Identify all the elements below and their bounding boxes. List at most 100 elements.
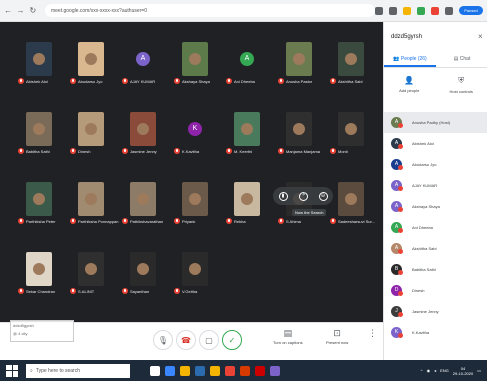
chevron-up-icon[interactable]: ^ [421,368,423,373]
profile-button[interactable]: Paused [459,6,483,15]
participant-name: AJAY KUMAR [130,78,156,84]
taskbar-search[interactable]: ⌕ Type here to search [26,363,130,378]
tab-chat[interactable]: ▤ Chat [436,52,487,67]
participant-tile[interactable]: Akshitha Sabi [330,42,368,84]
app-icon[interactable] [270,365,280,376]
present-now-button[interactable]: ⊡ Present now [326,328,348,345]
camera-button[interactable]: ▢ [199,330,219,350]
file-explorer-icon[interactable] [180,365,190,376]
reload-icon[interactable]: ↻ [29,6,37,15]
meeting-details-panel[interactable]: ddzd5gyrsh @ 4 city [10,320,74,342]
participant-tile[interactable]: A AJAY KUMAR [122,42,160,84]
address-bar[interactable]: meet.google.com/xxx-xxxx-xxx?authuser=0 [44,4,375,17]
participant-video [338,182,364,216]
notifications-icon[interactable]: ▭ [477,368,481,373]
tab-people[interactable]: 👥 People (26) [384,52,436,67]
participant-tile[interactable]: Rekha [226,182,264,224]
participant-tile[interactable]: Sayanthan [122,252,160,294]
mic-off-icon [122,78,128,84]
participant-tile[interactable]: Pathikshavarathan [122,182,163,224]
store-icon[interactable] [195,365,205,376]
person-name: K.Kavitha [412,330,430,335]
chrome-icon[interactable] [225,365,235,376]
folder-icon[interactable] [210,365,220,376]
people-list-item[interactable]: A Abishek Aloi [384,133,487,154]
people-list-item[interactable]: A Akshitha Sabi [384,238,487,259]
participant-tile[interactable]: Parthiksha Ponnappan [70,182,118,224]
participant-tile[interactable]: Priyank [174,182,212,224]
participant-tile[interactable]: Babitha Sathi [18,112,56,154]
clock[interactable]: 04 29-10-2020 [453,366,473,376]
person-name: Akshitha Sabi [412,246,437,251]
participant-tile[interactable]: Sekar Chandran [18,252,56,294]
participant-tile[interactable]: K K.Kavitha [174,112,212,154]
participant-tile[interactable]: Jasmine Jenny [122,112,160,154]
mic-off-icon [398,228,403,233]
participant-tile[interactable]: Anusha Pastor [278,42,316,84]
mic-off-icon [398,165,403,170]
add-people-button[interactable]: 👤 Add people [399,76,419,106]
mic-off-icon [174,148,180,154]
people-list-item[interactable]: A Abudarsu Jyo [384,154,487,175]
people-list-item[interactable]: A Anusha Padhy (Host) [384,112,487,133]
mic-off-icon [398,291,403,296]
participant-tile[interactable]: V.Geitha [174,252,212,294]
participant-name: Abishek Aloi [26,78,48,84]
people-list-item[interactable]: D Dinesh [384,280,487,301]
mute-icon[interactable]: 🎤 [298,191,308,201]
participant-name: Sadeesharsuvi Sur... [338,218,375,224]
people-list-item[interactable]: A AJAY KUMAR [384,175,487,196]
edge-icon[interactable] [165,365,175,376]
person-name: Ani Dheeba [412,225,433,230]
close-icon[interactable]: × [478,32,483,41]
back-icon[interactable]: ← [4,6,12,15]
mic-off-icon [70,148,76,154]
participant-video [78,252,104,286]
participant-tile[interactable]: Manjama Manjama [278,112,320,154]
participant-video [26,112,52,146]
mic-off-icon [330,218,336,224]
people-list-item[interactable]: J Jasmine Jenny [384,301,487,322]
extension-icon[interactable] [389,6,397,15]
language-indicator[interactable]: ENG [440,368,449,373]
volume-icon[interactable]: ◂ [434,368,436,373]
taskbar-search-placeholder: Type here to search [35,367,81,374]
puzzle-icon[interactable] [445,6,453,15]
pin-icon[interactable]: ▮ [278,191,288,201]
participant-name: S.ALINIT [78,288,95,294]
more-vert-icon: ⋮ [368,328,377,338]
check-button[interactable]: ✓ [222,330,242,350]
task-view-icon[interactable] [150,365,160,376]
participant-tile[interactable]: A Ani Dheeba [226,42,264,84]
participant-video [26,182,52,216]
participant-tile[interactable]: Abudarsu Jyo [70,42,108,84]
participant-tile[interactable]: Abishek Aloi [18,42,56,84]
star-icon[interactable] [375,6,383,15]
microphone-button[interactable]: 🎙 [153,330,173,350]
extension-icon[interactable] [403,6,411,15]
network-icon[interactable]: ◉ [427,368,431,373]
app-icon[interactable] [255,365,265,376]
people-list-item[interactable]: A Akshaya Shaya [384,196,487,217]
participant-name-row: S Ahima [278,218,301,224]
powerpoint-icon[interactable] [240,365,250,376]
people-list-item[interactable]: B Babitha Sathi [384,259,487,280]
extension-icon[interactable] [417,6,425,15]
captions-button[interactable]: ▤ Turn on captions [273,328,303,345]
windows-start-icon[interactable] [6,364,18,377]
forward-icon[interactable]: → [16,6,24,15]
people-list-item[interactable]: A Ani Dheeba [384,217,487,238]
participant-tile[interactable]: Monti [330,112,368,154]
extension-icon[interactable] [431,6,439,15]
host-controls-button[interactable]: ⛨ Host controls [450,76,473,106]
leave-call-button[interactable]: ☎ [176,330,196,350]
participant-tile[interactable]: S.ALINIT [70,252,108,294]
participant-tile[interactable]: Dinesh [70,112,108,154]
remove-icon[interactable]: ⊖ [318,191,328,201]
people-list-item[interactable]: K K.Kavitha [384,322,487,343]
more-options-button[interactable]: ⋮ [368,328,377,340]
participant-tile[interactable]: Sadeesharsuvi Sur... [330,182,375,224]
participant-tile[interactable]: M. Keerthi [226,112,264,154]
participant-tile[interactable]: Akshaya Shaya [174,42,212,84]
participant-tile[interactable]: Parthiksha Peter [18,182,56,224]
